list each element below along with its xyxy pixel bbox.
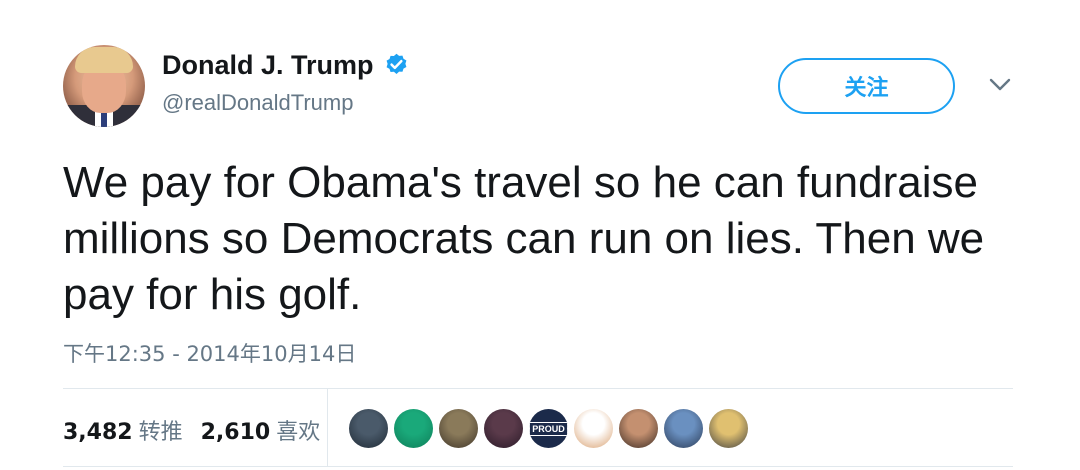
divider-top bbox=[63, 388, 1013, 389]
like-count[interactable]: 2,610 bbox=[201, 420, 271, 445]
liker-avatar[interactable] bbox=[484, 409, 523, 448]
tweet-stats: 3,482 转推 2,610 喜欢 bbox=[63, 414, 338, 446]
liker-avatar[interactable] bbox=[439, 409, 478, 448]
user-name-row: Donald J. Trump bbox=[162, 50, 410, 81]
liker-avatar[interactable] bbox=[709, 409, 748, 448]
user-display-name[interactable]: Donald J. Trump bbox=[162, 50, 374, 81]
liker-avatar[interactable] bbox=[349, 409, 388, 448]
liker-avatar[interactable]: PROUD bbox=[529, 409, 568, 448]
chevron-down-icon[interactable] bbox=[987, 75, 1013, 95]
stats-vertical-divider bbox=[327, 389, 328, 466]
retweet-count[interactable]: 3,482 bbox=[63, 420, 133, 445]
divider-bottom bbox=[63, 466, 1013, 467]
liker-avatar[interactable] bbox=[574, 409, 613, 448]
user-handle[interactable]: @realDonaldTrump bbox=[162, 90, 353, 116]
like-label[interactable]: 喜欢 bbox=[276, 414, 320, 446]
liker-avatar[interactable] bbox=[664, 409, 703, 448]
avatar-hair bbox=[75, 47, 133, 73]
liker-avatars: PROUD bbox=[349, 409, 748, 448]
tweet-timestamp[interactable]: 下午12:35 - 2014年10月14日 bbox=[63, 338, 356, 368]
liker-avatar[interactable] bbox=[394, 409, 433, 448]
verified-badge-icon bbox=[386, 53, 406, 74]
retweet-label[interactable]: 转推 bbox=[139, 414, 183, 446]
profile-avatar[interactable] bbox=[63, 45, 145, 127]
tweet-text: We pay for Obama's travel so he can fund… bbox=[63, 158, 985, 319]
follow-button[interactable]: 关注 bbox=[778, 58, 955, 114]
liker-avatar-label: PROUD bbox=[529, 421, 568, 436]
liker-avatar[interactable] bbox=[619, 409, 658, 448]
